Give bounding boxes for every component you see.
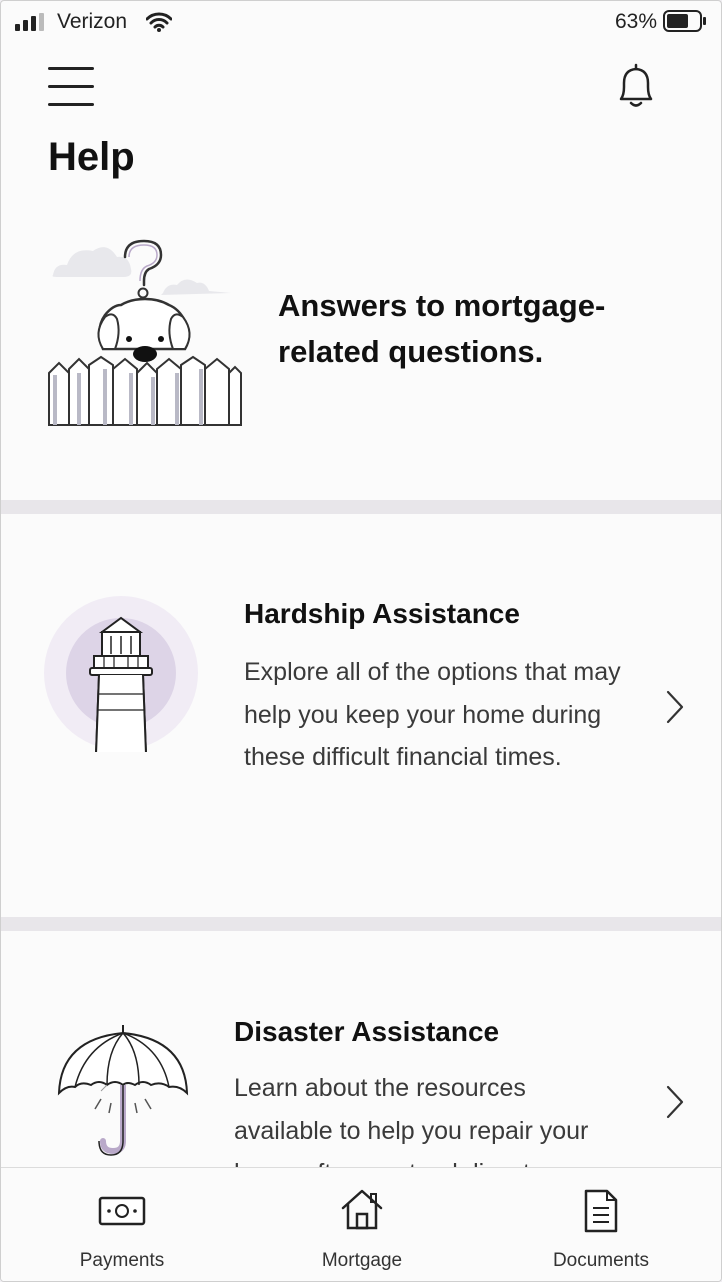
section-divider [1,500,721,514]
umbrella-icon [57,1025,189,1156]
chevron-right-icon [666,1085,684,1119]
status-bar: Verizon 63% [1,1,721,45]
house-icon [341,1189,383,1230]
battery-percentage: 63% [614,10,657,33]
tab-label: Mortgage [321,1250,403,1271]
tab-documents[interactable]: Documents [501,1168,701,1281]
tab-payments[interactable]: Payments [22,1168,222,1281]
cellular-signal-icon [15,13,44,31]
wifi-icon [146,12,172,32]
notifications-bell-icon[interactable] [613,61,659,111]
card-title: Disaster Assistance [234,1016,500,1047]
carrier-name: Verizon [57,10,128,33]
hamburger-menu-icon[interactable] [47,65,95,109]
card-description: Learn about the resources available to h… [234,1074,589,1167]
tab-label: Documents [552,1250,650,1271]
money-icon [98,1196,146,1226]
lighthouse-icon [44,596,198,752]
tab-label: Payments [79,1250,165,1271]
battery-icon [663,10,706,32]
dog-fence-illustration [48,239,242,426]
hardship-assistance-card[interactable]: Hardship Assistance Explore all of the o… [1,514,721,917]
disaster-assistance-card[interactable]: Disaster Assistance Learn about the reso… [1,931,721,1167]
section-divider [1,917,721,931]
card-description: Explore all of the options that may help… [244,658,621,771]
bottom-tab-bar: Payments Mortgage Documents [1,1167,721,1281]
tab-mortgage[interactable]: Mortgage [262,1168,462,1281]
app-screen: Verizon 63% Help Answers to mortgage-rel… [0,0,722,1282]
page-title: Help [48,135,135,179]
hero-heading: Answers to mortgage-related questions. [278,288,606,369]
chevron-right-icon [666,690,684,724]
card-title: Hardship Assistance [244,598,520,629]
document-icon [584,1189,618,1233]
